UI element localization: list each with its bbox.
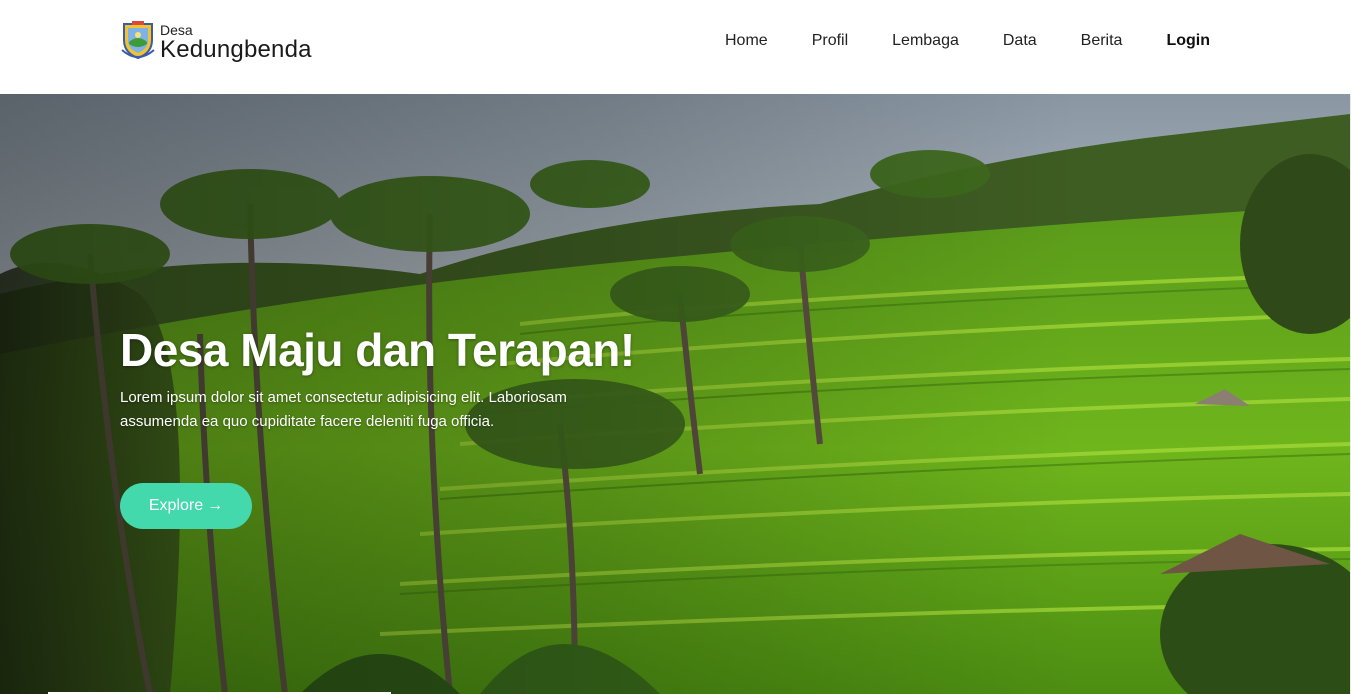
- explore-button[interactable]: Explore →: [120, 483, 252, 529]
- village-emblem-icon: [121, 21, 155, 60]
- brand-small-text: Desa: [160, 22, 193, 38]
- main-nav: Home Profil Lembaga Data Berita Login: [725, 32, 1210, 50]
- hero-title: Desa Maju dan Terapan!: [120, 324, 635, 376]
- nav-link-profil[interactable]: Profil: [812, 32, 848, 50]
- brand-name: Kedungbenda: [160, 36, 312, 63]
- hero-description: Lorem ipsum dolor sit amet consectetur a…: [120, 389, 567, 430]
- nav-link-data[interactable]: Data: [1003, 32, 1037, 50]
- navbar: Desa Kedungbenda Home Profil Lembaga Dat…: [0, 0, 1351, 94]
- hero-content: Desa Maju dan Terapan! Lorem ipsum dolor…: [120, 324, 680, 434]
- explore-button-label: Explore: [148, 497, 204, 514]
- nav-link-home[interactable]: Home: [725, 32, 768, 50]
- brand-link[interactable]: Desa Kedungbenda: [120, 20, 312, 62]
- nav-link-berita[interactable]: Berita: [1081, 32, 1123, 50]
- arrow-right-icon: →: [207, 497, 224, 514]
- nav-link-lembaga[interactable]: Lembaga: [892, 32, 959, 50]
- nav-link-login[interactable]: Login: [1166, 32, 1210, 50]
- hero-section: Desa Maju dan Terapan! Lorem ipsum dolor…: [0, 94, 1350, 694]
